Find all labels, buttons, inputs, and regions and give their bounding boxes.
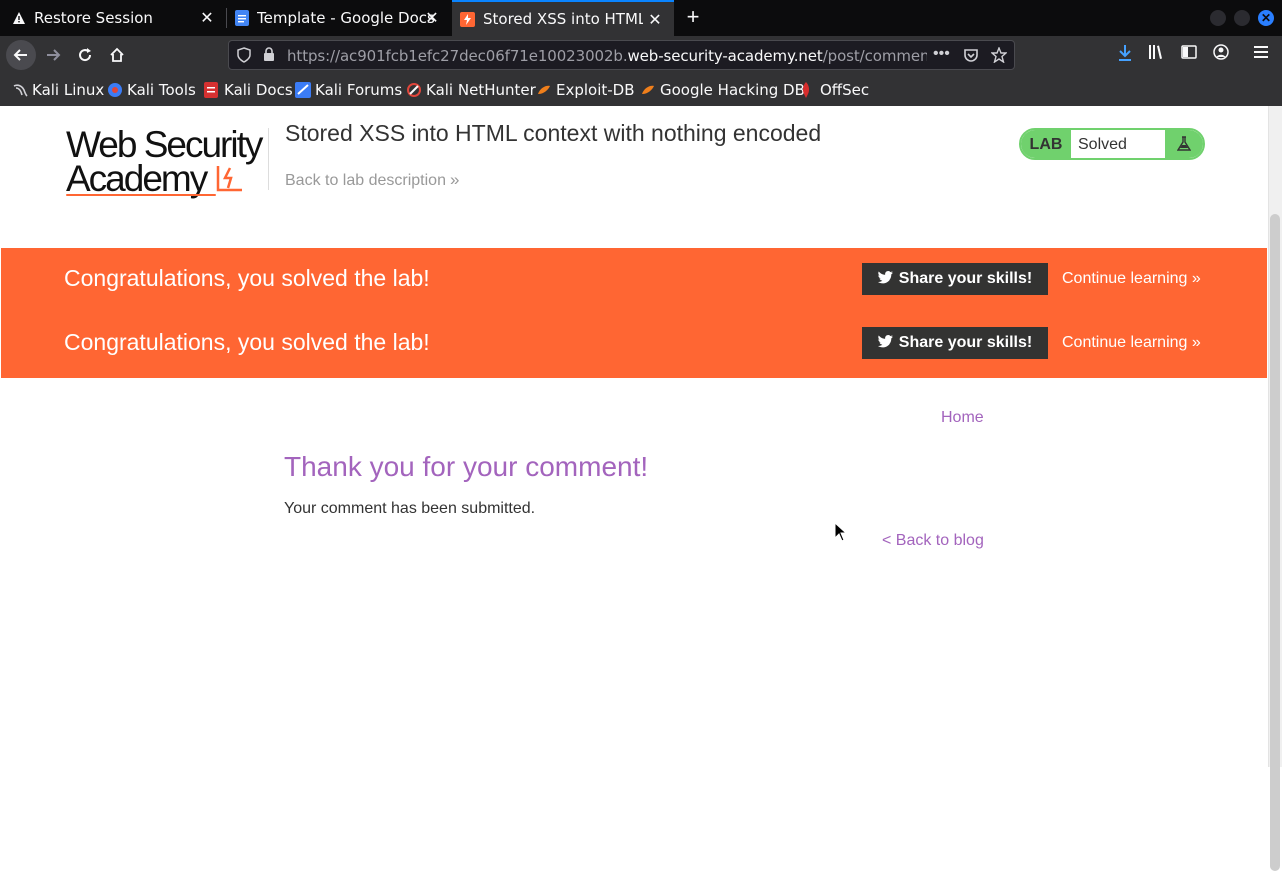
lab-status-badge: LAB Solved — [1019, 128, 1205, 160]
home-icon[interactable] — [102, 40, 132, 70]
share-skills-button[interactable]: Share your skills! — [862, 263, 1048, 295]
more-actions-icon[interactable]: ••• — [933, 45, 950, 63]
kali-forums-icon — [295, 82, 311, 98]
bookmark-label: Google Hacking DB — [660, 81, 805, 99]
share-skills-label: Share your skills! — [898, 334, 1033, 351]
kali-tools-icon — [107, 82, 123, 98]
shield-icon[interactable] — [237, 47, 251, 66]
congratulations-message: Congratulations, you solved the lab! — [64, 329, 430, 355]
twitter-icon — [877, 271, 893, 287]
tab-stored-xss[interactable]: Stored XSS into HTML co ✕ — [452, 0, 674, 36]
bookmark-offsec[interactable]: OffSec — [800, 81, 869, 99]
bookmark-label: OffSec — [820, 81, 870, 99]
share-skills-button[interactable]: Share your skills! — [862, 327, 1048, 359]
continue-learning-label: Continue learning — [1062, 334, 1188, 351]
sidebar-icon[interactable] — [1178, 44, 1200, 66]
double-chevron-right-icon: » — [1191, 334, 1201, 351]
url-text[interactable]: https://ac901fcb1efc27dec06f71e10023002b… — [287, 47, 927, 65]
exploit-db-icon — [536, 82, 552, 98]
mouse-cursor-icon — [834, 521, 848, 542]
congratulations-message: Congratulations, you solved the lab! — [64, 265, 430, 291]
bookmark-kali-forums[interactable]: Kali Forums — [295, 81, 402, 99]
download-icon[interactable] — [1114, 44, 1136, 66]
close-icon[interactable]: ✕ — [646, 11, 664, 29]
bookmark-kali-linux[interactable]: Kali Linux — [12, 81, 104, 99]
reload-icon[interactable] — [70, 40, 100, 70]
pocket-icon[interactable] — [963, 47, 979, 66]
minimize-button[interactable] — [1210, 10, 1226, 26]
tab-restore-session[interactable]: Restore Session ✕ — [0, 0, 226, 36]
scrollbar-thumb[interactable] — [1270, 214, 1280, 871]
double-chevron-right-icon: » — [449, 170, 460, 189]
continue-learning-label: Continue learning — [1062, 270, 1188, 287]
close-window-button[interactable]: ✕ — [1258, 10, 1274, 26]
continue-learning-link[interactable]: Continue learning » — [1062, 334, 1201, 352]
bookmarks-toolbar: Kali Linux Kali Tools Kali Docs Kali For… — [0, 74, 1282, 106]
banner-row: Congratulations, you solved the lab! Sha… — [1, 312, 1267, 376]
tab-google-docs[interactable]: Template - Google Docs ✕ — [227, 0, 451, 36]
logo-underline — [66, 194, 216, 196]
navigation-toolbar: https://ac901fcb1efc27dec06f71e10023002b… — [0, 36, 1282, 74]
bookmark-kali-nethunter[interactable]: Kali NetHunter — [406, 81, 536, 99]
scrollbar[interactable] — [1268, 106, 1282, 871]
maximize-button[interactable] — [1234, 10, 1250, 26]
forward-arrow-icon[interactable] — [38, 40, 68, 70]
home-link[interactable]: Home — [941, 409, 984, 427]
back-arrow-icon[interactable] — [6, 40, 36, 70]
bookmark-label: Kali Docs — [224, 81, 293, 99]
submission-message: Your comment has been submitted. — [284, 500, 536, 517]
web-security-academy-logo[interactable]: Web Security Academy — [66, 124, 266, 200]
tab-title: Restore Session — [34, 9, 153, 27]
bookmark-kali-docs[interactable]: Kali Docs — [204, 81, 293, 99]
lab-status-text: Solved — [1078, 136, 1127, 153]
hamburger-menu-icon[interactable] — [1250, 44, 1272, 66]
bookmark-label: Kali Linux — [32, 81, 105, 99]
bookmark-label: Kali Tools — [127, 81, 196, 99]
bookmark-star-icon[interactable] — [990, 46, 1008, 66]
new-tab-icon[interactable]: + — [681, 6, 705, 30]
google-docs-icon — [235, 10, 249, 26]
nethunter-icon — [406, 82, 422, 98]
url-bar[interactable]: https://ac901fcb1efc27dec06f71e10023002b… — [228, 40, 1015, 70]
lab-title: Stored XSS into HTML context with nothin… — [285, 120, 822, 146]
offsec-icon — [800, 82, 816, 98]
header-divider — [268, 128, 269, 190]
web-security-academy-icon — [460, 11, 475, 27]
library-icon[interactable] — [1146, 44, 1168, 66]
tab-title: Stored XSS into HTML co — [483, 10, 643, 28]
bookmark-kali-tools[interactable]: Kali Tools — [107, 81, 196, 99]
page-heading: Thank you for your comment! — [284, 451, 649, 482]
account-icon[interactable] — [1210, 44, 1232, 66]
tab-title: Template - Google Docs — [257, 9, 435, 27]
warning-icon — [12, 11, 26, 25]
kali-dragon-icon — [12, 82, 28, 98]
solved-banner: Congratulations, you solved the lab! Sha… — [1, 248, 1267, 378]
tab-bar: Restore Session ✕ Template - Google Docs… — [0, 0, 1282, 36]
back-to-blog-link[interactable]: < Back to blog — [882, 532, 984, 550]
bookmark-exploit-db[interactable]: Exploit-DB — [536, 81, 635, 99]
bookmark-label: Kali NetHunter — [426, 81, 536, 99]
kali-docs-icon — [204, 82, 220, 98]
ghdb-icon — [640, 82, 656, 98]
banner-row: Congratulations, you solved the lab! Sha… — [1, 248, 1267, 312]
back-to-lab-description-label: Back to lab description — [285, 172, 446, 189]
continue-learning-link[interactable]: Continue learning » — [1062, 270, 1201, 288]
share-skills-label: Share your skills! — [898, 270, 1033, 287]
back-to-lab-description-link[interactable]: Back to lab description» — [285, 170, 459, 190]
lock-icon[interactable] — [263, 47, 275, 65]
twitter-icon — [877, 335, 893, 351]
bookmark-label: Exploit-DB — [556, 81, 635, 99]
page-content — [0, 106, 1268, 767]
close-icon[interactable]: ✕ — [198, 9, 216, 27]
bookmark-google-hacking-db[interactable]: Google Hacking DB — [640, 81, 805, 99]
logo-bolt-icon — [216, 164, 244, 192]
lab-label: LAB — [1021, 130, 1071, 158]
double-chevron-right-icon: » — [1191, 270, 1201, 287]
bookmark-label: Kali Forums — [315, 81, 403, 99]
flask-icon — [1165, 130, 1203, 158]
close-icon[interactable]: ✕ — [423, 9, 441, 27]
